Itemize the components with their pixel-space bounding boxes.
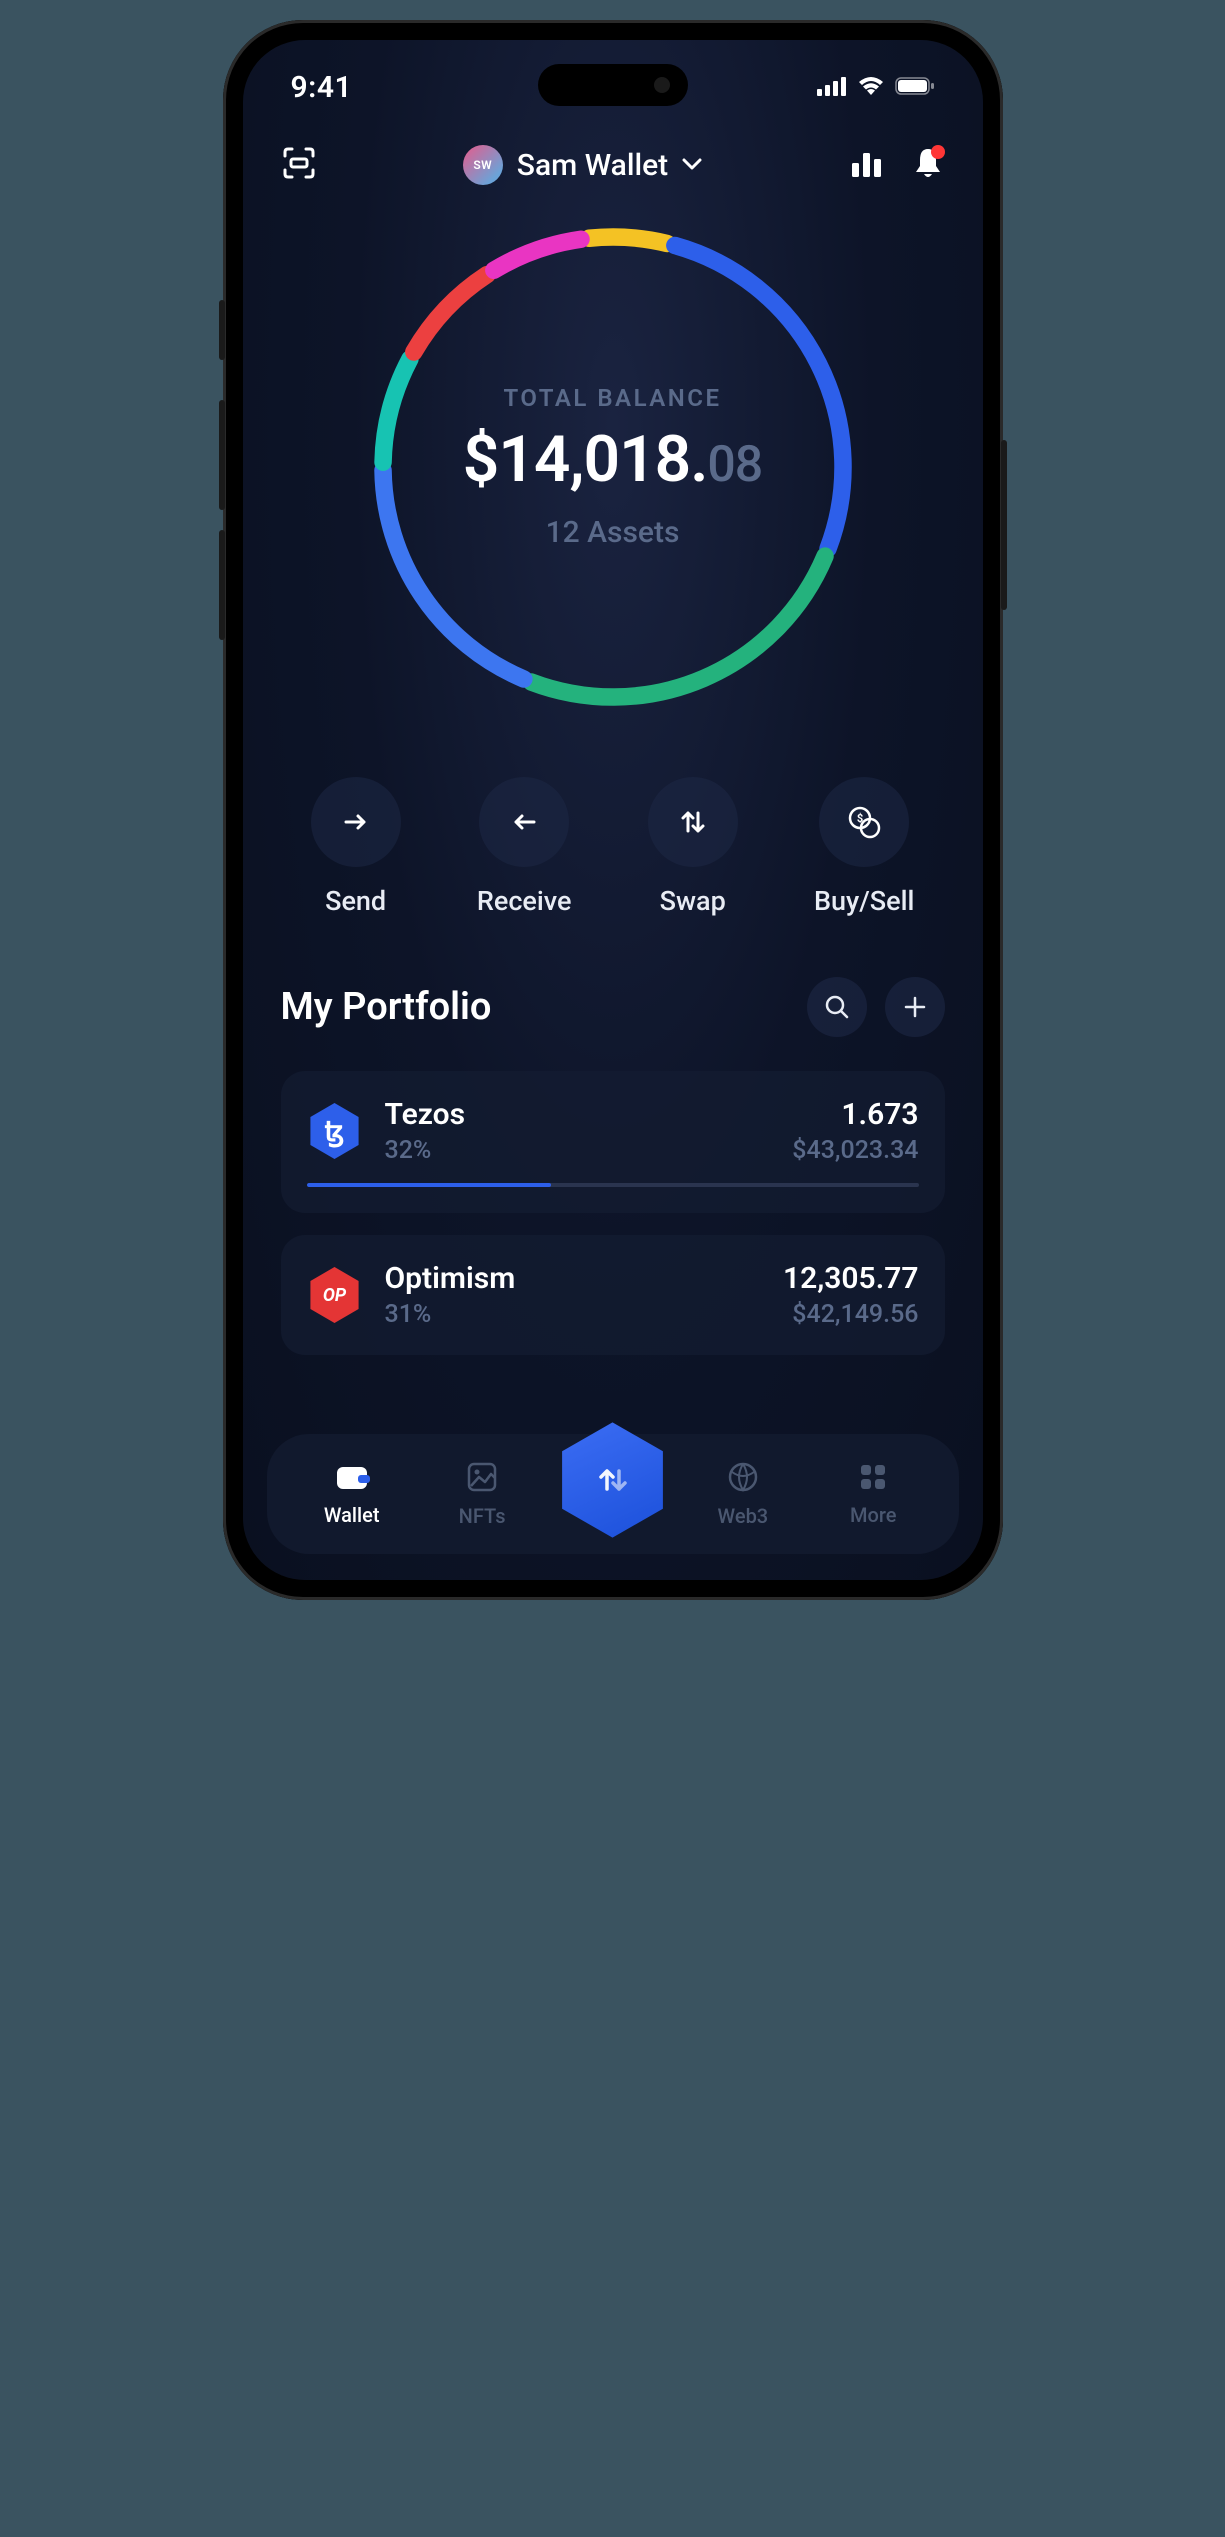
wallet-name: Sam Wallet — [517, 148, 668, 183]
balance-ring: TOTAL BALANCE $14,018.08 12 Assets — [363, 217, 863, 717]
balance-display: TOTAL BALANCE $14,018.08 12 Assets — [363, 217, 863, 717]
asset-icon: OP — [307, 1267, 363, 1323]
chevron-down-icon — [682, 156, 702, 175]
battery-icon — [895, 76, 935, 100]
status-time: 9:41 — [291, 70, 353, 105]
tab-web3[interactable]: Web3 — [693, 1460, 793, 1528]
portfolio-section: My Portfolio ꜩ Tezos 32% — [243, 927, 983, 1365]
add-button[interactable] — [885, 977, 945, 1037]
globe-icon — [726, 1460, 760, 1498]
balance-int: 14,018. — [498, 422, 707, 497]
swap-center-icon — [553, 1420, 673, 1540]
asset-percent: 31% — [385, 1300, 783, 1329]
wallet-icon — [334, 1461, 370, 1497]
send-button[interactable]: Send — [311, 777, 401, 917]
swap-icon — [648, 777, 738, 867]
stats-icon[interactable] — [848, 145, 884, 185]
asset-name: Optimism — [385, 1261, 783, 1296]
asset-usd: $42,149.56 — [783, 1300, 919, 1329]
send-label: Send — [325, 885, 386, 917]
buysell-icon: $ — [819, 777, 909, 867]
screen: 9:41 SW Sam Walle — [243, 40, 983, 1580]
status-indicators — [817, 76, 935, 100]
phone-frame: 9:41 SW Sam Walle — [223, 20, 1003, 1600]
balance-cents: 08 — [707, 436, 762, 494]
buysell-button[interactable]: $ Buy/Sell — [814, 777, 914, 917]
tab-wallet-label: Wallet — [324, 1503, 380, 1527]
tab-more[interactable]: More — [823, 1461, 923, 1527]
asset-amount: 1.673 — [792, 1097, 918, 1132]
side-button — [219, 530, 225, 640]
currency-symbol: $ — [463, 422, 499, 497]
total-balance-label: TOTAL BALANCE — [503, 384, 721, 412]
send-icon — [311, 777, 401, 867]
grid-icon — [857, 1461, 889, 1497]
receive-button[interactable]: Receive — [477, 777, 572, 917]
search-button[interactable] — [807, 977, 867, 1037]
avatar: SW — [463, 145, 503, 185]
buysell-label: Buy/Sell — [814, 885, 914, 917]
asset-progress — [307, 1183, 919, 1187]
tab-center-action[interactable] — [553, 1420, 673, 1540]
wallet-selector[interactable]: SW Sam Wallet — [463, 145, 702, 185]
asset-usd: $43,023.34 — [792, 1136, 918, 1165]
asset-name: Tezos — [385, 1097, 793, 1132]
side-button — [219, 300, 225, 360]
action-row: Send Receive Swap $ Buy/Sell — [243, 737, 983, 927]
tab-bar: Wallet NFTs Web3 More — [267, 1434, 959, 1554]
asset-icon: ꜩ — [307, 1103, 363, 1159]
avatar-initials: SW — [473, 158, 492, 172]
tab-nfts[interactable]: NFTs — [432, 1460, 532, 1528]
swap-label: Swap — [660, 885, 726, 917]
signal-icon — [817, 76, 847, 100]
tab-wallet[interactable]: Wallet — [302, 1461, 402, 1527]
tab-web3-label: Web3 — [718, 1504, 769, 1528]
asset-list: ꜩ Tezos 32% 1.673 $43,023.34 OP Optimism — [281, 1071, 945, 1355]
dynamic-island — [538, 64, 688, 106]
receive-icon — [479, 777, 569, 867]
balance-amount: $14,018.08 — [463, 422, 762, 497]
asset-card[interactable]: OP Optimism 31% 12,305.77 $42,149.56 — [281, 1235, 945, 1355]
asset-percent: 32% — [385, 1136, 793, 1165]
tab-more-label: More — [850, 1503, 896, 1527]
asset-count: 12 Assets — [546, 515, 680, 550]
scan-icon[interactable] — [281, 145, 317, 185]
receive-label: Receive — [477, 885, 572, 917]
image-icon — [465, 1460, 499, 1498]
asset-amount: 12,305.77 — [783, 1261, 919, 1296]
side-button — [1001, 440, 1007, 610]
swap-button[interactable]: Swap — [648, 777, 738, 917]
side-button — [219, 400, 225, 510]
wifi-icon — [857, 76, 885, 100]
app-header: SW Sam Wallet — [243, 115, 983, 197]
portfolio-title: My Portfolio — [281, 985, 492, 1029]
notifications-button[interactable] — [912, 146, 944, 184]
balance-section: TOTAL BALANCE $14,018.08 12 Assets — [243, 197, 983, 737]
asset-card[interactable]: ꜩ Tezos 32% 1.673 $43,023.34 — [281, 1071, 945, 1213]
tab-nfts-label: NFTs — [459, 1504, 506, 1528]
